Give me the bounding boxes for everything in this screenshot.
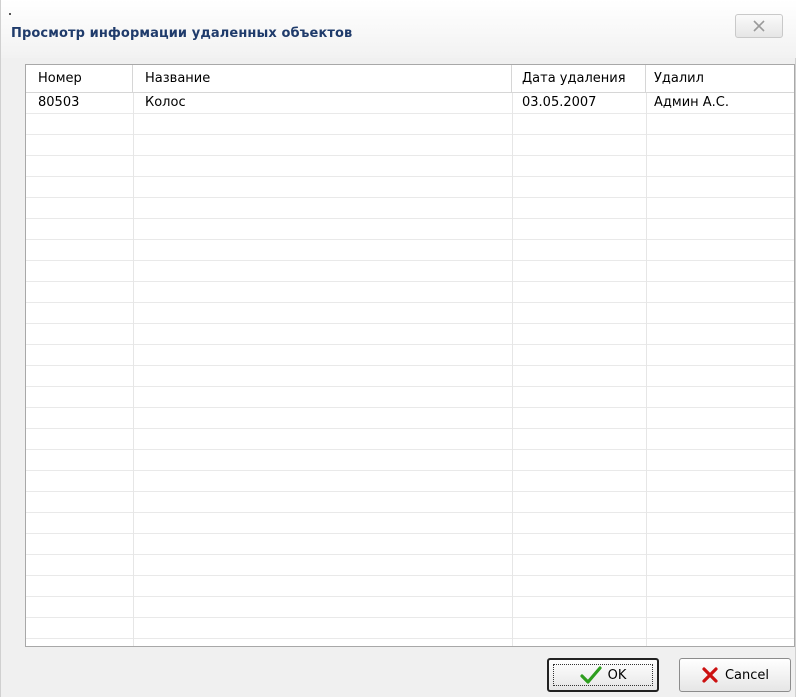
table-header: Номер Название Дата удаления Удалил (26, 65, 794, 93)
table-row[interactable]: 80503 Колос 03.05.2007 Админ А.С. (26, 93, 794, 113)
cell-name: Колос (145, 95, 186, 110)
column-header-name[interactable]: Название (133, 65, 512, 93)
checkmark-icon (580, 666, 602, 684)
column-divider (646, 93, 647, 646)
cell-number: 80503 (38, 95, 80, 110)
cancel-button[interactable]: Cancel (679, 658, 791, 692)
cancel-button-label: Cancel (724, 667, 770, 683)
column-divider (133, 93, 134, 646)
column-header-deletion-date[interactable]: Дата удаления (512, 65, 646, 93)
deleted-objects-table[interactable]: Номер Название Дата удаления Удалил 8050… (25, 64, 795, 647)
title-bar[interactable]: Просмотр информации удаленных объектов (1, 0, 796, 58)
cell-deleted-by: Админ А.С. (654, 95, 730, 110)
cell-deletion-date: 03.05.2007 (522, 95, 597, 110)
ok-button[interactable]: OK (547, 658, 659, 692)
cross-icon (702, 667, 718, 683)
column-header-deleted-by[interactable]: Удалил (646, 65, 794, 93)
dialog-window: Просмотр информации удаленных объектов Н… (0, 0, 796, 697)
focus-rectangle (553, 664, 653, 686)
column-divider (512, 93, 513, 646)
column-header-number[interactable]: Номер (26, 65, 133, 93)
ok-button-label: OK (607, 667, 627, 683)
close-icon (753, 20, 765, 32)
close-button[interactable] (735, 14, 783, 38)
window-title: Просмотр информации удаленных объектов (11, 26, 353, 41)
table-body[interactable]: 80503 Колос 03.05.2007 Админ А.С. (26, 93, 794, 646)
system-menu-mark (9, 13, 11, 15)
